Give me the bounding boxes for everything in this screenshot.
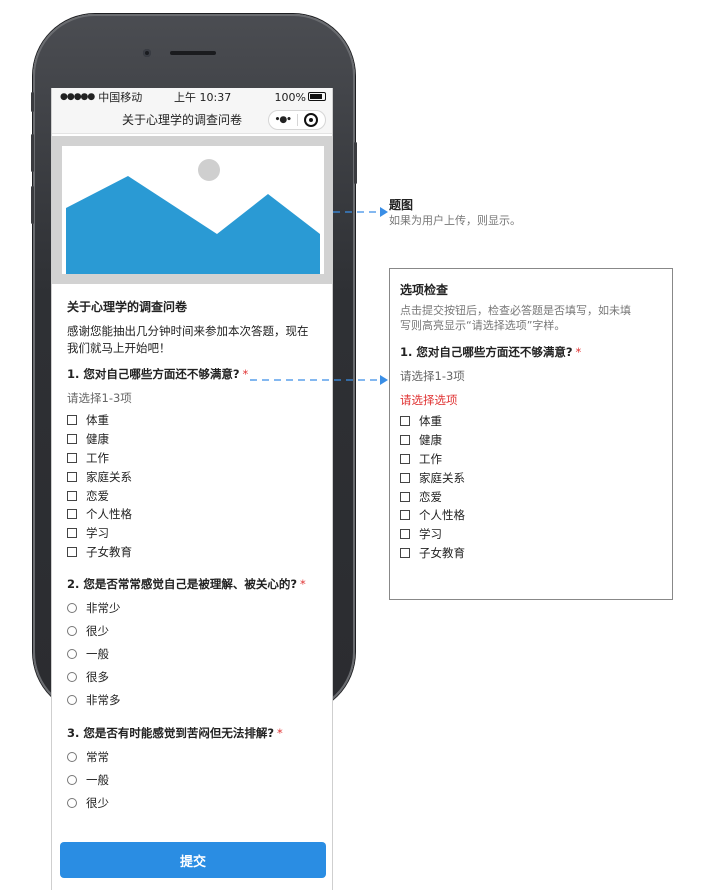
arrow-head-image [380,207,388,217]
annotation-arrows [250,207,388,385]
arrow-head-check [380,375,388,385]
